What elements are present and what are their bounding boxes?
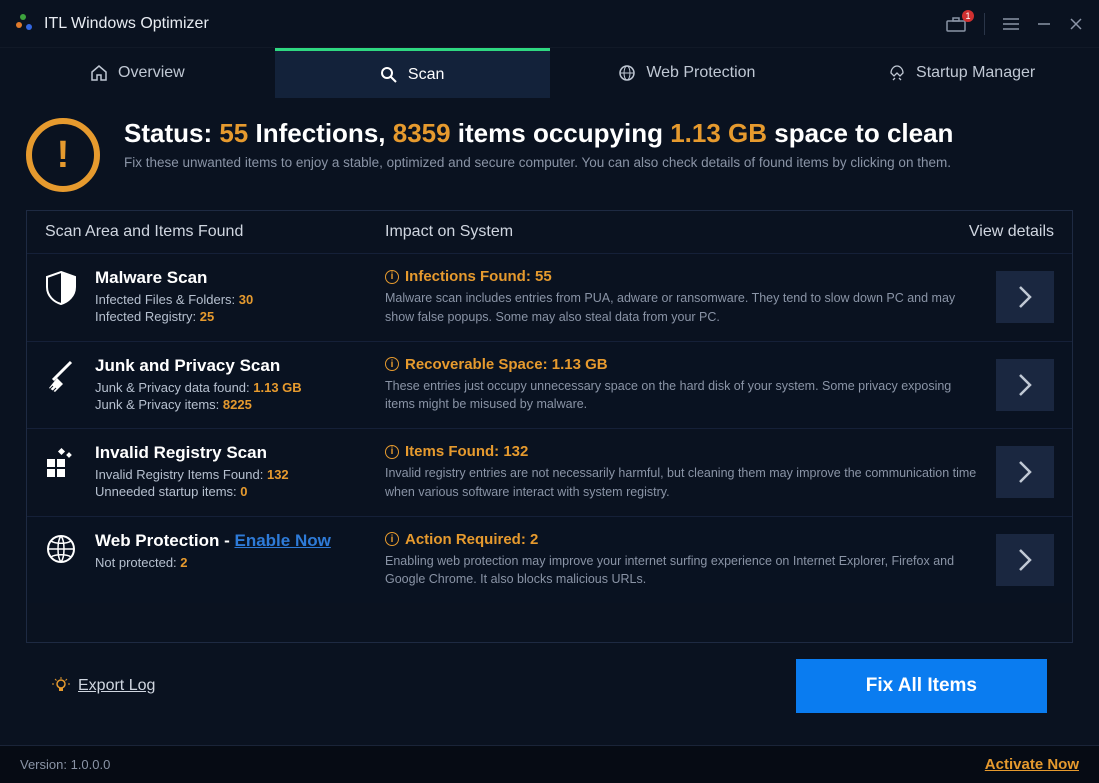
col-view-details: View details	[969, 223, 1054, 241]
tab-scan[interactable]: Scan	[275, 48, 550, 98]
logo-icon	[16, 14, 36, 34]
chevron-right-icon	[1016, 371, 1034, 399]
row-stat: Junk & Privacy items: 8225	[95, 397, 385, 412]
info-icon: i	[385, 532, 399, 546]
info-icon: i	[385, 445, 399, 459]
row-registry: Invalid Registry Scan Invalid Registry I…	[27, 428, 1072, 516]
version-label: Version: 1.0.0.0	[20, 757, 110, 772]
col-impact: Impact on System	[385, 223, 513, 241]
impact-title: iRecoverable Space: 1.13 GB	[385, 356, 980, 373]
lightbulb-icon	[52, 677, 70, 695]
search-icon	[380, 66, 398, 84]
impact-description: Malware scan includes entries from PUA, …	[385, 289, 980, 327]
row-stat: Infected Files & Folders: 30	[95, 292, 385, 307]
fix-all-button[interactable]: Fix All Items	[796, 659, 1047, 713]
rocket-icon	[888, 64, 906, 82]
view-details-button[interactable]	[996, 271, 1054, 323]
row-title: Junk and Privacy Scan	[95, 356, 385, 376]
warning-icon: !	[26, 118, 100, 192]
menu-icon[interactable]	[1003, 17, 1019, 31]
impact-title: iItems Found: 132	[385, 443, 980, 460]
tab-web-protection[interactable]: Web Protection	[550, 48, 825, 98]
broom-icon	[45, 358, 83, 392]
row-title: Invalid Registry Scan	[95, 443, 385, 463]
content-area: ! Status: 55 Infections, 8359 items occu…	[0, 98, 1099, 745]
row-web-protection: Web Protection - Enable Now Not protecte…	[27, 516, 1072, 604]
main-tabs: Overview Scan Web Protection Startup Man…	[0, 48, 1099, 98]
notification-badge: 1	[962, 10, 974, 22]
tab-label: Startup Manager	[916, 64, 1035, 82]
row-stat: Unneeded startup items: 0	[95, 484, 385, 499]
row-junk: Junk and Privacy Scan Junk & Privacy dat…	[27, 341, 1072, 429]
tab-label: Scan	[408, 66, 444, 84]
results-panel: Scan Area and Items Found Impact on Syst…	[26, 210, 1073, 643]
col-scan-area: Scan Area and Items Found	[45, 223, 385, 241]
impact-description: Invalid registry entries are not necessa…	[385, 464, 980, 502]
row-stat: Not protected: 2	[95, 555, 385, 570]
globe-icon	[618, 64, 636, 82]
tab-label: Overview	[118, 64, 185, 82]
row-stat: Invalid Registry Items Found: 132	[95, 467, 385, 482]
row-title: Web Protection - Enable Now	[95, 531, 385, 551]
status-subtitle: Fix these unwanted items to enjoy a stab…	[124, 155, 953, 170]
chevron-right-icon	[1016, 283, 1034, 311]
close-button[interactable]	[1069, 17, 1083, 31]
toolbox-icon[interactable]: 1	[946, 16, 966, 32]
tab-overview[interactable]: Overview	[0, 48, 275, 98]
registry-icon	[45, 445, 83, 477]
chevron-right-icon	[1016, 458, 1034, 486]
view-details-button[interactable]	[996, 534, 1054, 586]
globe-icon	[45, 533, 83, 565]
shield-icon	[45, 270, 83, 306]
activate-now-link[interactable]: Activate Now	[985, 756, 1079, 773]
row-title: Malware Scan	[95, 268, 385, 288]
divider	[984, 13, 985, 35]
tab-startup-manager[interactable]: Startup Manager	[824, 48, 1099, 98]
chevron-right-icon	[1016, 546, 1034, 574]
title-bar: ITL Windows Optimizer 1	[0, 0, 1099, 48]
impact-description: Enabling web protection may improve your…	[385, 552, 980, 590]
view-details-button[interactable]	[996, 359, 1054, 411]
row-stat: Infected Registry: 25	[95, 309, 385, 324]
status-heading: Status: 55 Infections, 8359 items occupy…	[124, 118, 953, 149]
row-stat: Junk & Privacy data found: 1.13 GB	[95, 380, 385, 395]
info-icon: i	[385, 357, 399, 371]
enable-now-link[interactable]: Enable Now	[234, 531, 330, 550]
footer-bar: Version: 1.0.0.0 Activate Now	[0, 745, 1099, 783]
tab-label: Web Protection	[646, 64, 755, 82]
impact-title: iAction Required: 2	[385, 531, 980, 548]
view-details-button[interactable]	[996, 446, 1054, 498]
impact-title: iInfections Found: 55	[385, 268, 980, 285]
info-icon: i	[385, 270, 399, 284]
export-log-link[interactable]: Export Log	[52, 677, 155, 695]
home-icon	[90, 64, 108, 82]
impact-description: These entries just occupy unnecessary sp…	[385, 377, 980, 415]
minimize-button[interactable]	[1037, 17, 1051, 31]
app-title: ITL Windows Optimizer	[44, 15, 209, 33]
row-malware: Malware Scan Infected Files & Folders: 3…	[27, 253, 1072, 341]
app-logo: ITL Windows Optimizer	[16, 14, 209, 34]
